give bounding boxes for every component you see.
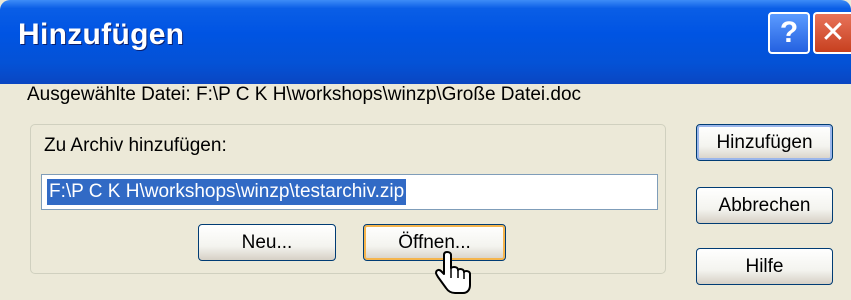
window-title: Hinzufügen bbox=[18, 18, 185, 51]
help-title-button[interactable]: ? bbox=[768, 12, 810, 54]
cancel-button[interactable]: Abbrechen bbox=[696, 187, 833, 224]
selected-file-label: Ausgewählte Datei: F:\P C K H\workshops\… bbox=[27, 84, 582, 105]
close-icon: ✕ bbox=[820, 16, 846, 49]
archive-label: Zu Archiv hinzufügen: bbox=[44, 135, 227, 156]
new-archive-button[interactable]: Neu... bbox=[198, 224, 336, 261]
title-bar[interactable]: Hinzufügen ? ✕ bbox=[0, 0, 851, 84]
close-title-button[interactable]: ✕ bbox=[813, 12, 851, 54]
archive-path-value: F:\P C K H\workshops\winzp\testarchiv.zi… bbox=[47, 179, 407, 205]
question-icon: ? bbox=[779, 16, 799, 49]
help-button[interactable]: Hilfe bbox=[696, 248, 833, 285]
add-button[interactable]: Hinzufügen bbox=[696, 124, 833, 161]
archive-path-input[interactable]: F:\P C K H\workshops\winzp\testarchiv.zi… bbox=[41, 174, 658, 210]
mouse-cursor-icon bbox=[435, 251, 471, 294]
